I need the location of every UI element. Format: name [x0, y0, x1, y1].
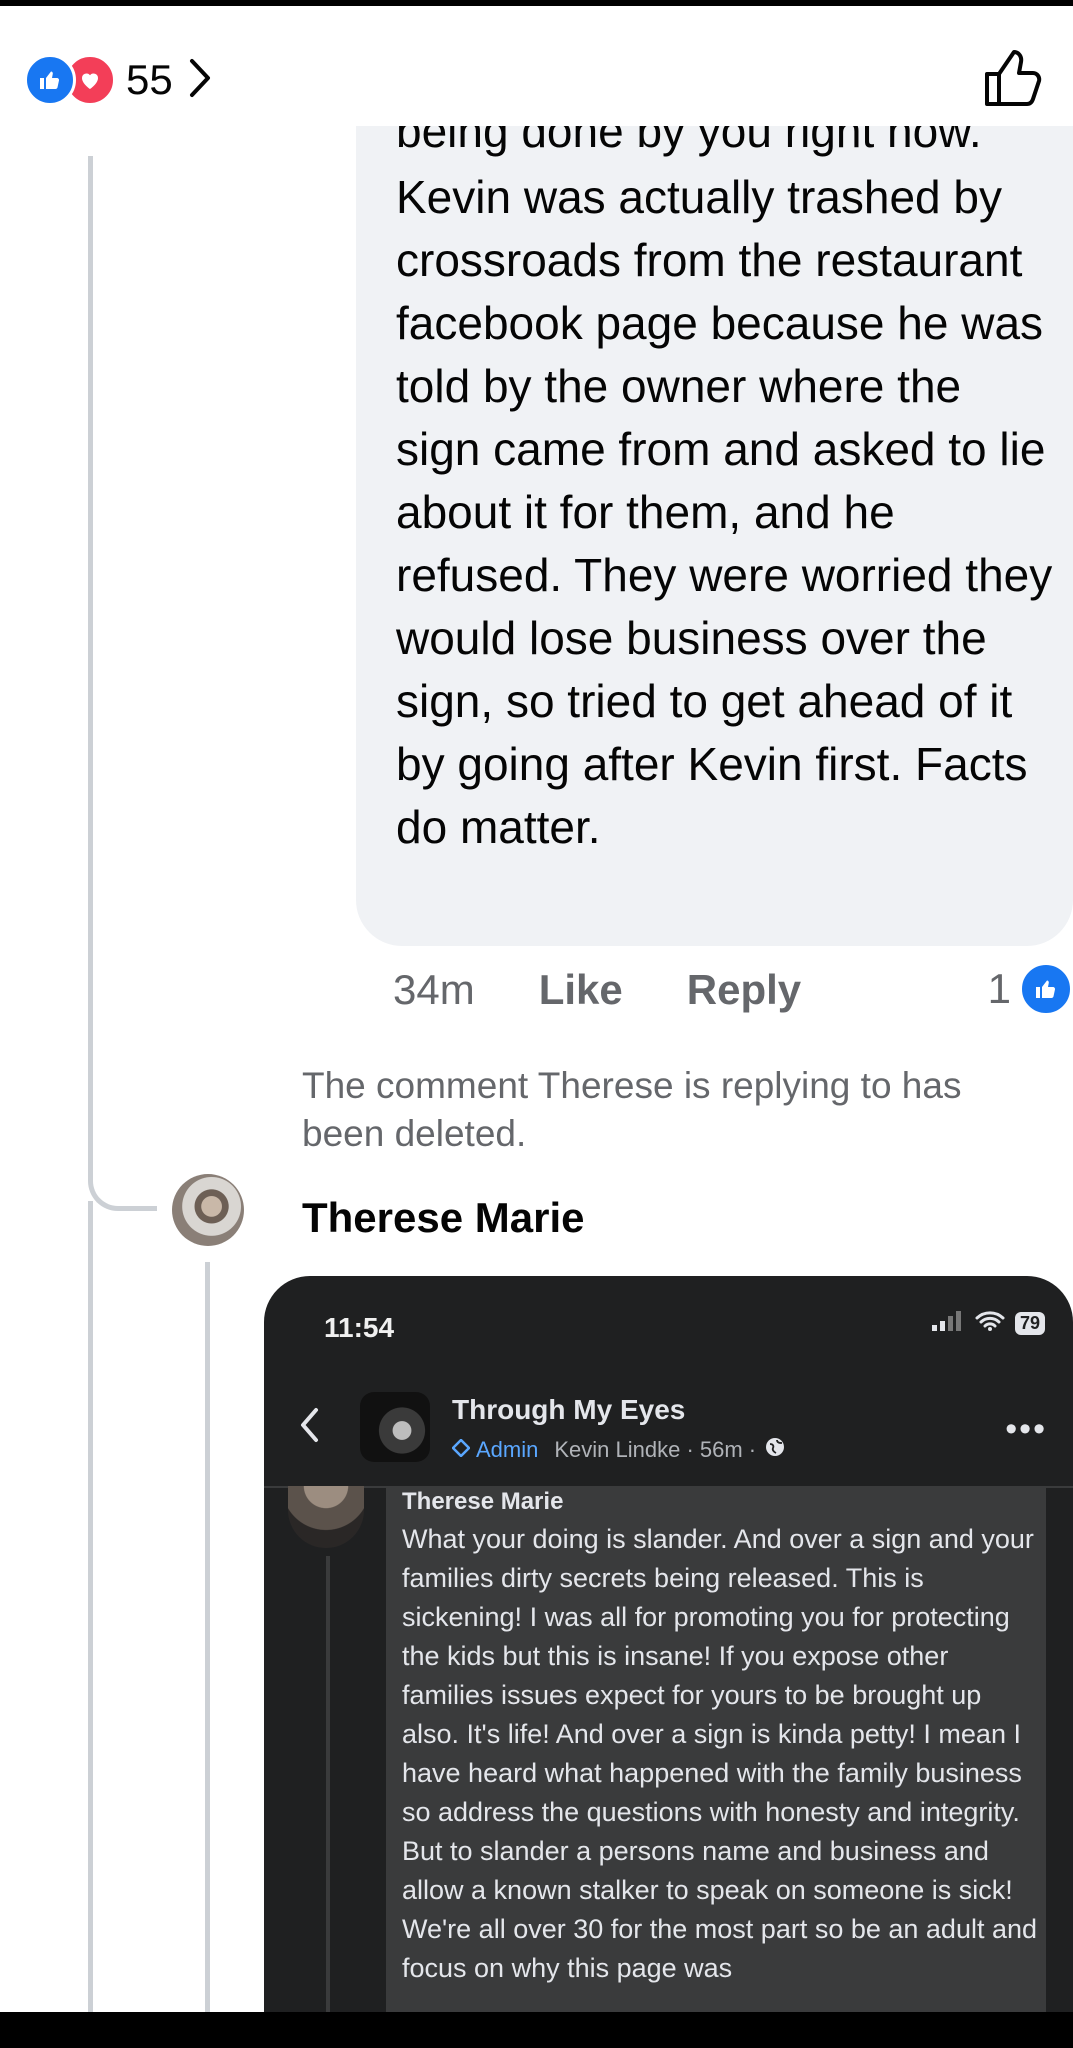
thread-connector	[88, 1136, 157, 1211]
reaction-summary[interactable]: 55	[24, 50, 213, 110]
inner-avatar	[288, 1486, 364, 1548]
admin-badge-icon	[451, 1437, 471, 1463]
more-options-icon: •••	[1005, 1410, 1047, 1448]
thumbs-up-outline-icon[interactable]	[981, 46, 1045, 115]
like-reaction-icon	[1019, 962, 1073, 1016]
group-avatar	[360, 1392, 430, 1462]
like-reaction-icon	[24, 54, 76, 106]
thread-line	[88, 156, 93, 1146]
reply-button[interactable]: Reply	[687, 966, 801, 1014]
comment-time: 34m	[393, 966, 475, 1013]
admin-label: Admin	[476, 1437, 539, 1462]
attached-screenshot[interactable]: 11:54 79 Through My Eyes Admin Kevin Lin…	[264, 1276, 1073, 2012]
group-name: Through My Eyes	[452, 1394, 686, 1425]
comment-reactions[interactable]: 1	[988, 962, 1073, 1016]
status-time: 11:54	[324, 1312, 395, 1343]
comment-text: Kevin was actually trashed by crossroads…	[396, 171, 1053, 853]
inner-author-name: Therese Marie	[402, 1488, 564, 1515]
post-byline: Admin Kevin Lindke · 56m ·	[451, 1436, 786, 1464]
reply-thread-line	[205, 1262, 210, 2012]
status-icons: 79	[931, 1310, 1045, 1337]
comment-reaction-count: 1	[987, 965, 1011, 1012]
comment-actions: 34m Like Reply	[393, 966, 865, 1014]
privacy-globe-icon	[764, 1436, 786, 1464]
like-button[interactable]: Like	[539, 966, 623, 1014]
inner-comment-text: What your doing is slander. And over a s…	[402, 1524, 1038, 1983]
thread-line	[88, 1201, 93, 2012]
avatar[interactable]	[172, 1174, 244, 1246]
signal-icon	[931, 1310, 965, 1337]
chevron-right-icon[interactable]	[187, 57, 213, 104]
deleted-comment-notice: The comment Therese is replying to has b…	[302, 1065, 962, 1154]
reply-author-name[interactable]: Therese Marie	[302, 1194, 584, 1242]
inner-thread-line	[326, 1556, 330, 2012]
comment-thread-screen: 55 being done by you right now. Kevin wa…	[0, 6, 1073, 2012]
wifi-icon	[975, 1310, 1005, 1337]
comment-bubble: being done by you right now. Kevin was a…	[356, 126, 1073, 946]
byline-text: Kevin Lindke · 56m ·	[554, 1437, 757, 1462]
back-chevron-icon	[298, 1406, 322, 1449]
reaction-count: 55	[126, 56, 173, 103]
battery-level: 79	[1014, 1312, 1045, 1335]
comment-cut-line: being done by you right now.	[396, 126, 982, 157]
